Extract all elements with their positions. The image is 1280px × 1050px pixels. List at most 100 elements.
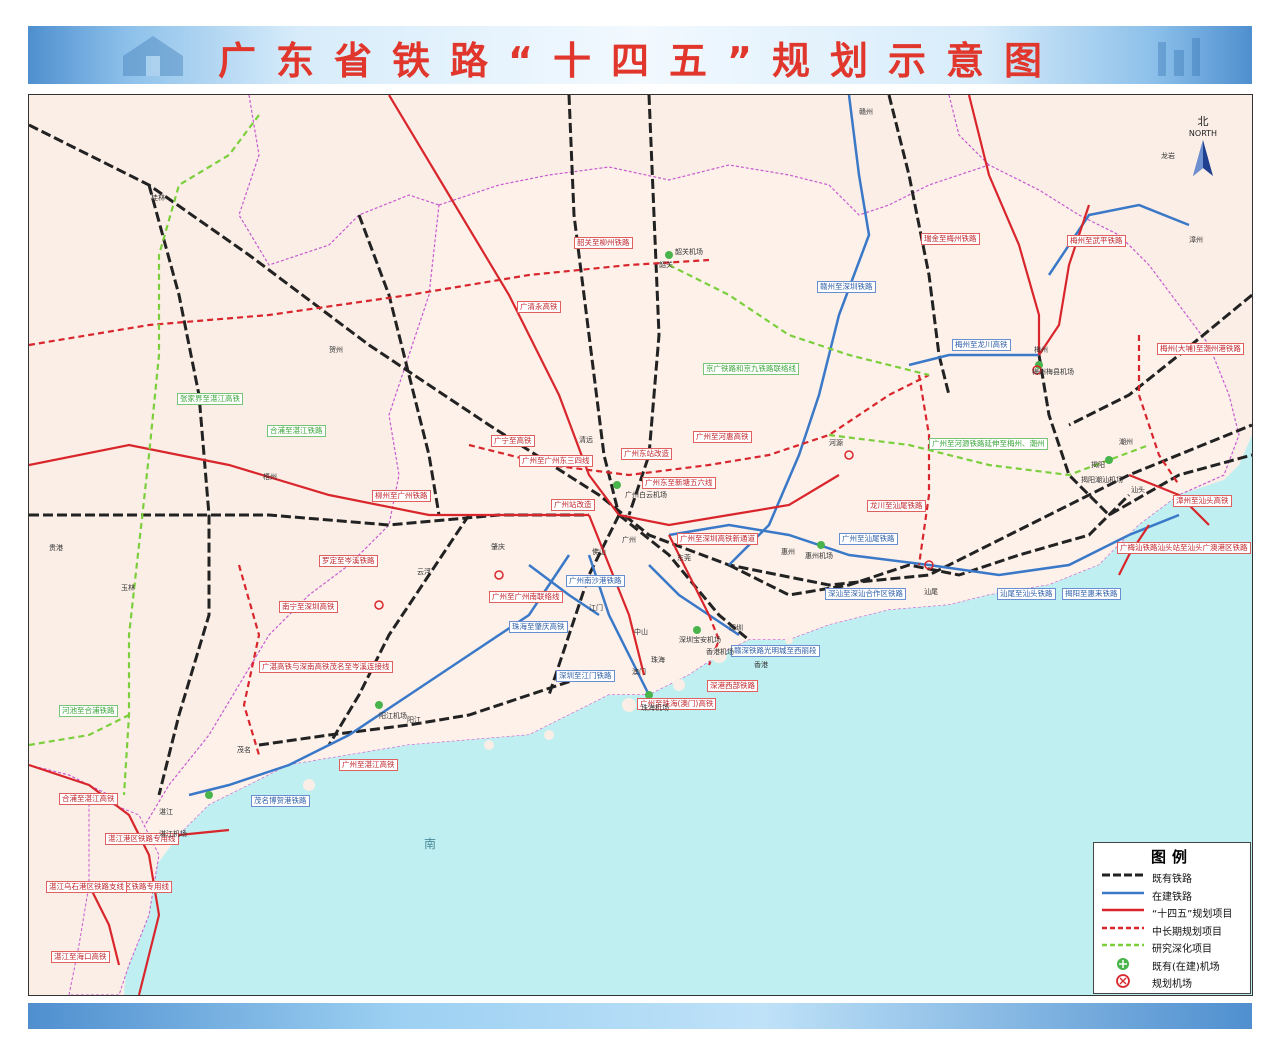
- railway-map[interactable]: 北 NORTH 南 韶关至柳州铁路 广清永高铁 广宁至高铁 广州至广州东三四线 …: [28, 94, 1253, 996]
- route-label: 湛江乌石港区铁路支线: [46, 881, 127, 893]
- airport-planned-icon: [1116, 974, 1130, 988]
- city-label: 云浮: [417, 568, 431, 576]
- legend-label: 研究深化项目: [1152, 944, 1212, 955]
- sea-label: 南: [424, 837, 437, 851]
- city-label: 湛江: [159, 808, 173, 816]
- legend-title: 图例: [1150, 848, 1193, 866]
- city-label: 汕尾: [924, 588, 938, 596]
- legend-label: 既有(在建)机场: [1152, 961, 1220, 973]
- city-label: 阳江: [407, 716, 421, 724]
- route-label: 罗定至岑溪铁路: [319, 555, 378, 567]
- compass-arrow-icon: [1193, 140, 1213, 176]
- route-label: 韶关至柳州铁路: [574, 237, 633, 249]
- plan145-rail-icon: [1102, 908, 1144, 912]
- legend-label: “十四五”规划项目: [1152, 909, 1233, 920]
- city-label: 广州: [622, 536, 636, 544]
- airport-label: 广州白云机场: [625, 491, 667, 499]
- route-label: 深汕至深汕合作区铁路: [825, 588, 906, 600]
- route-label: 广梅汕铁路汕头站至汕头广澳港区铁路: [1117, 542, 1251, 554]
- route-label: 珠海至肇庆高铁: [509, 621, 568, 633]
- route-label: 漳州至汕头高铁: [1173, 495, 1232, 507]
- existing-rail-icon: [1102, 873, 1144, 877]
- route-label: 广州站改造: [551, 499, 595, 511]
- route-label: 广州至广州南联络线: [489, 591, 563, 603]
- legend-label: 既有铁路: [1152, 874, 1192, 885]
- route-label: 广宁至高铁: [491, 435, 535, 447]
- page-title: 广东省铁路“十四五”规划示意图: [218, 39, 1062, 83]
- city-label: 揭阳: [1091, 461, 1105, 469]
- route-label: 深港西部铁路: [707, 680, 758, 692]
- north-label-en: NORTH: [1188, 129, 1218, 138]
- legend-label: 中长期规划项目: [1152, 926, 1222, 938]
- city-label: 漳州: [1189, 236, 1203, 244]
- route-label: 广湛高铁与深南高铁茂名至岑溪连接线: [259, 661, 393, 673]
- route-label: 京广铁路和京九铁路联络线: [703, 363, 799, 375]
- city-label: 赣州: [859, 108, 873, 116]
- route-label: 茂名博贺港铁路: [251, 795, 310, 807]
- route-label: 赣深铁路光明城至西丽段: [731, 645, 820, 657]
- airport-label: 湛江机场: [159, 830, 187, 838]
- city-label: 珠海: [651, 656, 665, 664]
- route-label: 广州东至新塘五六线: [642, 477, 716, 489]
- route-label: 汕尾至汕头铁路: [997, 588, 1056, 600]
- route-label: 广州至汕尾铁路: [839, 533, 898, 545]
- airport-label: 深圳宝安机场: [679, 636, 721, 644]
- route-label: 龙川至汕尾铁路: [867, 500, 926, 512]
- route-label: 梅州至武平铁路: [1067, 235, 1126, 247]
- route-label: 揭阳至惠来铁路: [1062, 588, 1121, 600]
- title-banner: 广东省铁路“十四五”规划示意图: [28, 26, 1252, 84]
- route-label: 广清永高铁: [517, 301, 561, 313]
- legend-item-plan145: “十四五”规划项目: [1094, 902, 1250, 920]
- route-label: 合浦至湛江高铁: [59, 793, 118, 805]
- route-label: 广州至河惠高铁: [693, 431, 752, 443]
- city-label: 中山: [634, 628, 648, 636]
- route-label: 湛江至海口高铁: [51, 951, 110, 963]
- north-label-cn: 北: [1197, 115, 1209, 128]
- city-label: 韶关: [659, 261, 673, 269]
- route-label: 梅州至龙川高铁: [952, 339, 1011, 351]
- city-label: 梅州: [1034, 346, 1048, 354]
- airport-label: 韶关机场: [675, 248, 703, 256]
- city-label: 惠州: [781, 548, 795, 556]
- legend-item-airport-existing: 既有(在建)机场: [1094, 955, 1250, 973]
- city-label: 汕头: [1131, 486, 1145, 494]
- route-label: 广州至深圳高铁新通道: [677, 533, 758, 545]
- route-label: 梅州(大埔)至潮州港铁路: [1157, 343, 1244, 355]
- route-label: 赣州至深圳铁路: [817, 281, 876, 293]
- route-label: 广州南沙港铁路: [566, 575, 625, 587]
- city-label: 贺州: [329, 346, 343, 354]
- airport-label: 惠州机场: [805, 552, 833, 560]
- city-label: 澳门: [632, 668, 646, 676]
- map-legend: 图例 既有铁路 在建铁路 “十四五”规划项目 中长期规划项目 研究深化项目 既有…: [1093, 842, 1251, 994]
- footer-bar: [28, 1003, 1252, 1029]
- legend-item-longterm: 中长期规划项目: [1094, 920, 1250, 938]
- airport-label: 香港机场: [706, 648, 734, 656]
- construction-rail-icon: [1102, 891, 1144, 894]
- city-label: 茂名: [237, 746, 251, 754]
- route-label: 广州东站改造: [621, 448, 672, 460]
- city-label: 江门: [589, 604, 603, 612]
- study-rail-icon: [1102, 943, 1144, 947]
- route-label: 深圳至江门铁路: [556, 670, 615, 682]
- airport-existing-icon: [1117, 957, 1129, 970]
- legend-item-airport-planned: 规划机场: [1094, 972, 1250, 990]
- city-label: 贵港: [49, 544, 63, 552]
- city-label: 清远: [579, 436, 593, 444]
- city-label: 龙岩: [1161, 152, 1175, 160]
- route-label: 合浦至湛江铁路: [267, 425, 326, 437]
- legend-item-construction: 在建铁路: [1094, 885, 1250, 903]
- city-label: 梧州: [263, 473, 277, 481]
- map-canvas: [29, 95, 1252, 995]
- route-label: 广州至湛江高铁: [339, 759, 398, 771]
- city-label: 肇庆: [491, 543, 505, 551]
- city-label: 玉林: [121, 584, 135, 592]
- airport-label: 梅州梅县机场: [1032, 368, 1074, 376]
- route-label: 张家界至湛江高铁: [177, 393, 243, 405]
- legend-label: 在建铁路: [1152, 891, 1192, 903]
- airport-label: 揭阳潮汕机场: [1081, 476, 1123, 484]
- city-label: 潮州: [1119, 438, 1133, 446]
- route-label: 广州至广州东三四线: [519, 455, 593, 467]
- city-label: 桂林: [151, 194, 165, 202]
- legend-item-study: 研究深化项目: [1094, 937, 1250, 955]
- airport-label: 珠海机场: [641, 704, 669, 712]
